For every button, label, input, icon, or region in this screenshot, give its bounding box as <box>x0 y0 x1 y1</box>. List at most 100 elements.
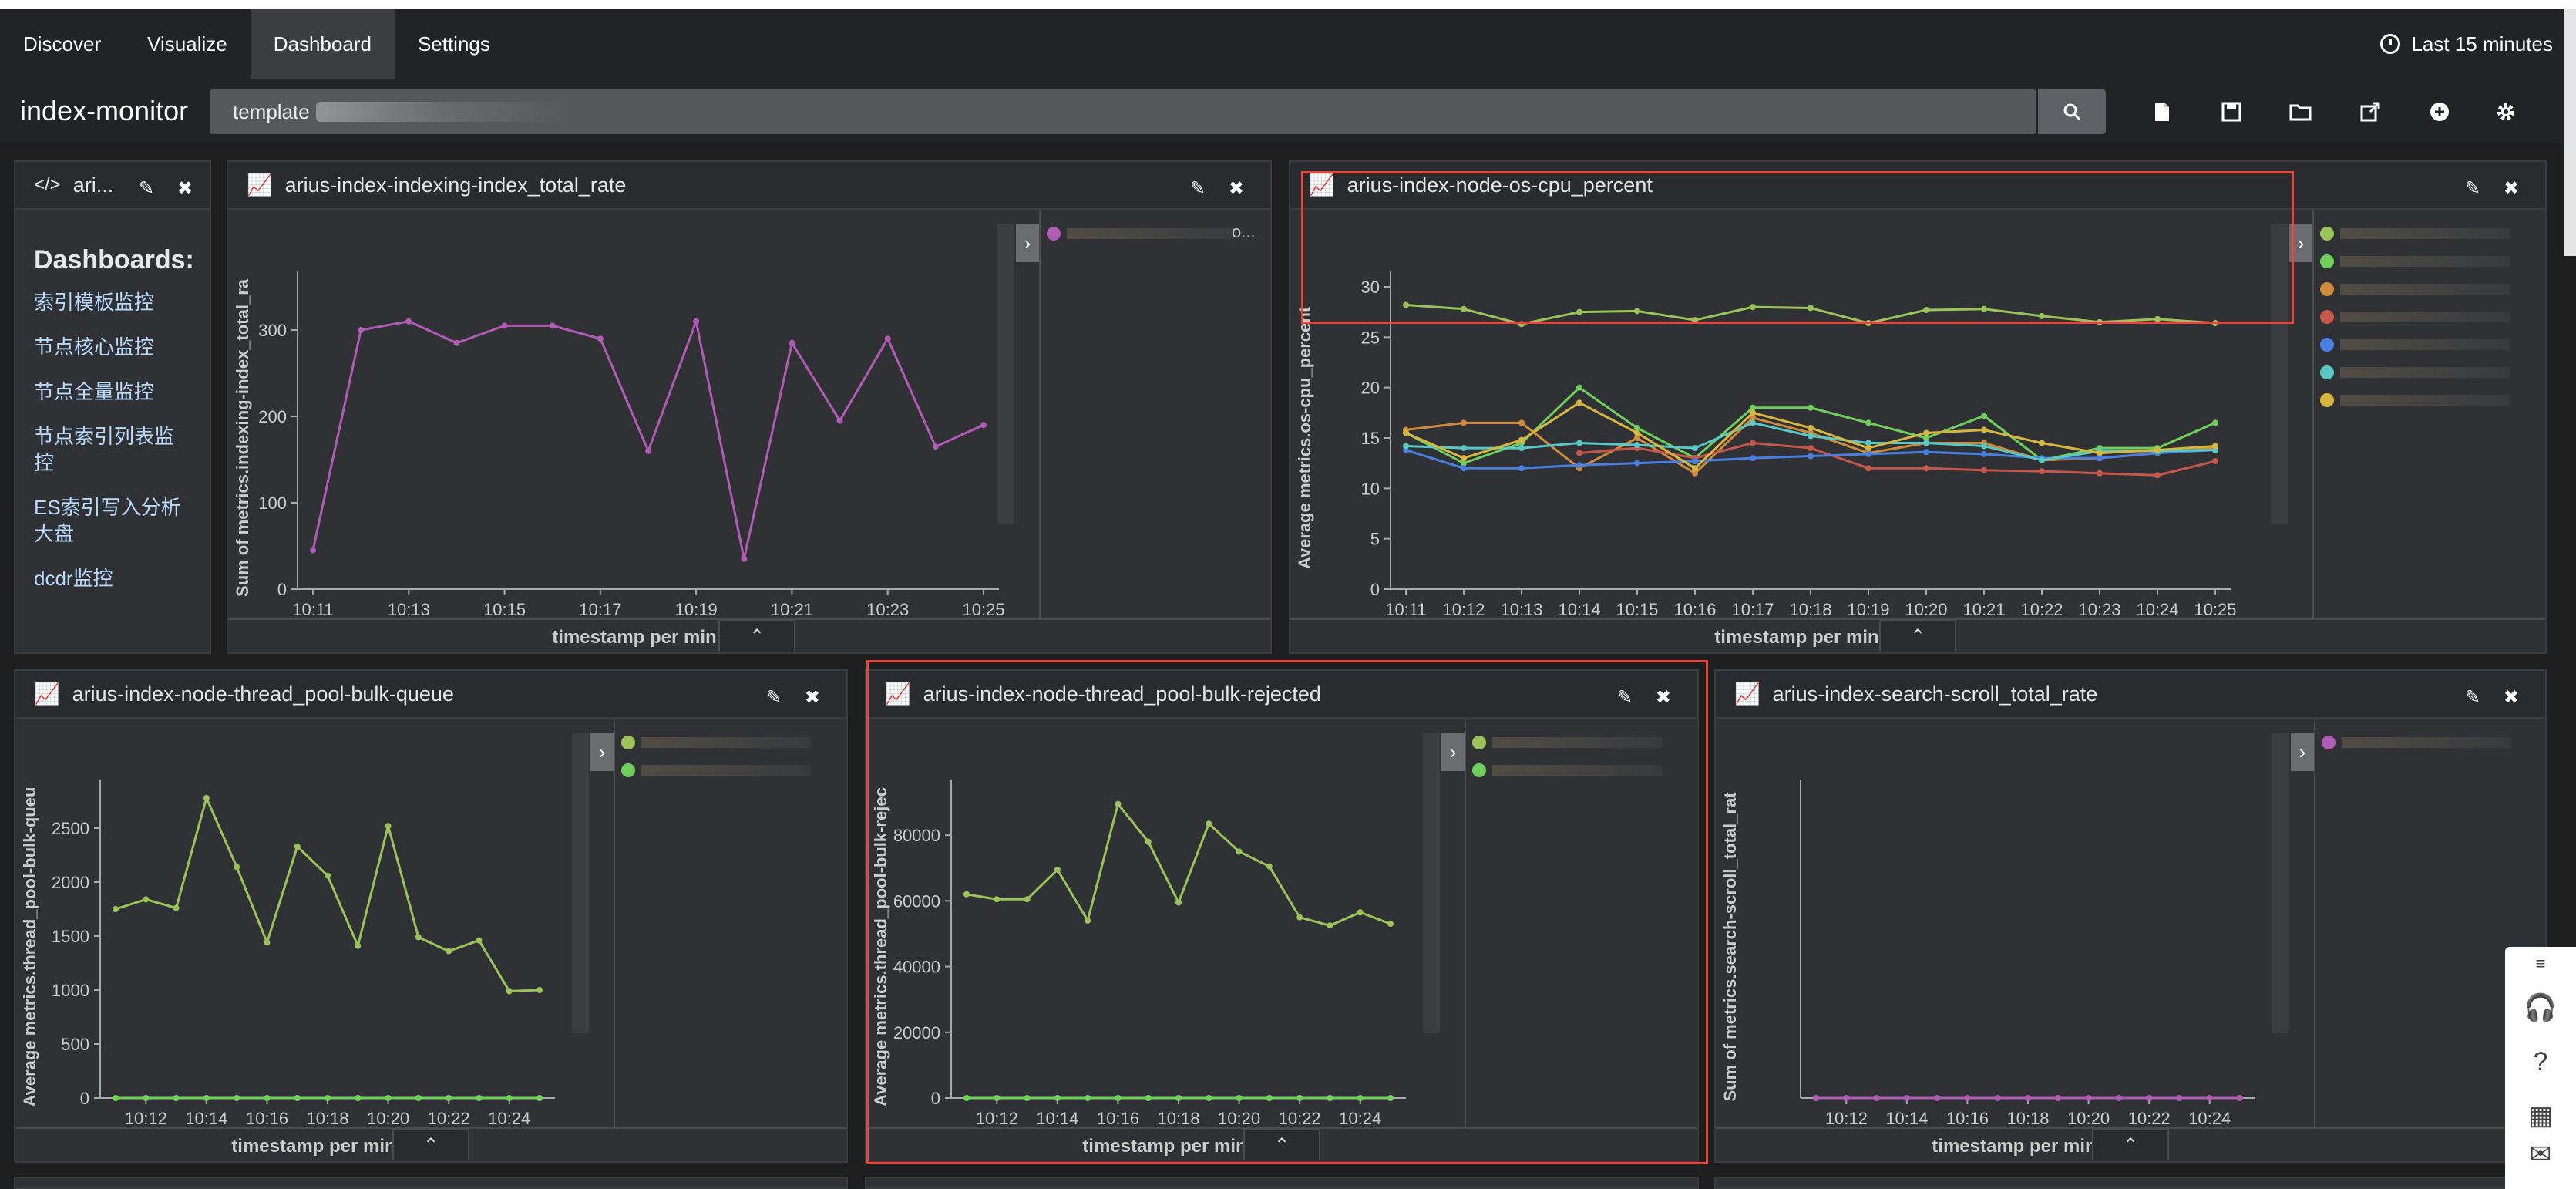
legend-toggle[interactable]: › <box>590 733 614 771</box>
tab-settings[interactable]: Settings <box>395 9 513 79</box>
legend-toggle[interactable]: › <box>1016 224 1039 262</box>
legend-dot[interactable] <box>2320 393 2334 407</box>
collapse-button[interactable]: ⌃ <box>1879 620 1956 651</box>
link-node-full[interactable]: 节点全量监控 <box>34 379 194 405</box>
chart-scrollbar[interactable] <box>997 224 1014 524</box>
data-point <box>932 443 939 450</box>
save-icon[interactable] <box>2218 99 2245 125</box>
edit-icon[interactable]: ✎ <box>1190 177 1206 200</box>
collapse-button[interactable]: ⌃ <box>718 620 795 651</box>
panel-partial <box>865 1177 1699 1189</box>
legend-dot[interactable] <box>2320 282 2334 296</box>
x-tick-label: 10:22 <box>2020 600 2063 619</box>
x-tick-label: 10:24 <box>2136 600 2178 619</box>
legend-toggle[interactable]: › <box>2291 733 2314 771</box>
dashboard-toolbar: index-monitor template <box>0 79 2576 143</box>
panel-footer <box>1716 1127 2545 1129</box>
close-icon[interactable]: ✖ <box>1229 177 1244 200</box>
data-point <box>2237 1095 2243 1101</box>
y-tick-label: 100 <box>258 493 287 513</box>
data-point <box>2154 472 2161 479</box>
query-value: template <box>233 99 310 123</box>
link-es-write-analysis[interactable]: ES索引写入分析 大盘 <box>34 494 194 547</box>
chart-scrollbar[interactable] <box>572 733 589 1033</box>
link-node-index-list[interactable]: 节点索引列表监 控 <box>34 423 194 476</box>
close-icon[interactable]: ✖ <box>2504 686 2519 709</box>
edit-icon[interactable]: ✎ <box>2465 686 2480 709</box>
qr-code-icon[interactable]: ▦ <box>2505 1089 2576 1143</box>
edit-icon[interactable]: ✎ <box>139 177 154 200</box>
data-point <box>1518 436 1525 443</box>
data-point <box>2154 446 2161 453</box>
tab-visualize[interactable]: Visualize <box>124 9 251 79</box>
data-point <box>2039 440 2045 446</box>
legend-dot[interactable] <box>621 736 635 749</box>
legend-dot[interactable] <box>621 763 635 777</box>
x-axis-label: timestamp per minute <box>552 627 744 648</box>
y-axis-label: Average metrics.thread_pool-bulk-queu <box>20 787 39 1107</box>
legend-dot[interactable] <box>2322 736 2336 749</box>
legend-dot[interactable] <box>2320 310 2334 324</box>
menu-icon[interactable]: ≡ <box>2505 947 2576 981</box>
open-folder-icon[interactable] <box>2288 99 2314 125</box>
page-scrollbar[interactable] <box>2564 9 2576 256</box>
data-point <box>1813 1095 1819 1101</box>
data-point <box>836 417 843 424</box>
data-point <box>1634 429 1640 436</box>
gear-icon[interactable] <box>2493 99 2519 125</box>
tab-dashboard[interactable]: Dashboard <box>250 9 395 79</box>
link-node-core[interactable]: 节点核心监控 <box>34 334 194 360</box>
data-point <box>1461 419 1467 426</box>
x-tick-label: 10:23 <box>2078 600 2120 619</box>
search-button[interactable] <box>2038 89 2106 134</box>
collapse-button[interactable]: ⌃ <box>2092 1129 2169 1160</box>
query-input[interactable]: template <box>210 89 2036 134</box>
help-dock: ≡ 🎧 ? ▦ ✉ <box>2505 947 2576 1189</box>
y-tick-label: 300 <box>258 321 287 340</box>
data-point <box>294 1095 301 1101</box>
legend-dot[interactable] <box>2320 254 2334 268</box>
data-point <box>1576 440 1582 446</box>
panel-title: arius-index-node-thread_pool-bulk-queue <box>72 682 454 706</box>
close-icon[interactable]: ✖ <box>177 177 193 200</box>
chart-scrollbar[interactable] <box>2272 733 2289 1033</box>
data-point <box>536 987 543 993</box>
time-picker[interactable]: Last 15 minutes <box>2380 9 2553 79</box>
panel-title: arius-index-indexing-index_total_rate <box>284 173 627 197</box>
data-point <box>1865 419 1871 426</box>
time-range-label: Last 15 minutes <box>2411 32 2553 56</box>
x-tick-label: 10:12 <box>1825 1109 1868 1128</box>
legend-dot[interactable] <box>2320 227 2334 241</box>
edit-icon[interactable]: ✎ <box>2465 177 2480 200</box>
tab-discover[interactable]: Discover <box>0 9 124 79</box>
link-dcdr[interactable]: dcdr监控 <box>34 565 194 591</box>
y-tick-label: 2000 <box>52 873 89 892</box>
data-point <box>355 942 362 949</box>
x-tick-label: 10:21 <box>771 600 813 619</box>
edit-icon[interactable]: ✎ <box>766 686 782 709</box>
help-icon[interactable]: ? <box>2505 1035 2576 1089</box>
x-tick-label: 10:18 <box>306 1109 348 1128</box>
new-dashboard-icon[interactable] <box>2149 99 2175 125</box>
y-tick-label: 1000 <box>52 981 89 1000</box>
data-point <box>1461 445 1467 452</box>
mail-icon[interactable]: ✉ <box>2505 1140 2576 1169</box>
legend-dot[interactable] <box>2320 365 2334 379</box>
close-icon[interactable]: ✖ <box>805 686 820 709</box>
x-tick-label: 10:11 <box>292 600 333 619</box>
legend-dot[interactable] <box>1047 227 1061 241</box>
headset-icon[interactable]: 🎧 <box>2505 981 2576 1035</box>
add-panel-icon[interactable] <box>2426 99 2453 125</box>
share-icon[interactable] <box>2357 99 2383 125</box>
link-index-template[interactable]: 索引模板监控 <box>34 289 194 315</box>
collapse-button[interactable]: ⌃ <box>392 1129 469 1160</box>
data-point <box>385 823 392 830</box>
data-point <box>741 555 748 562</box>
markdown-content: Dashboards: 索引模板监控 节点核心监控 节点全量监控 节点索引列表监… <box>34 245 194 610</box>
panel-partial <box>1714 1177 2547 1189</box>
data-point <box>645 447 651 454</box>
legend-dot[interactable] <box>2320 338 2334 352</box>
panel-footer <box>15 1127 846 1129</box>
data-point <box>203 1095 210 1101</box>
close-icon[interactable]: ✖ <box>2504 177 2519 200</box>
